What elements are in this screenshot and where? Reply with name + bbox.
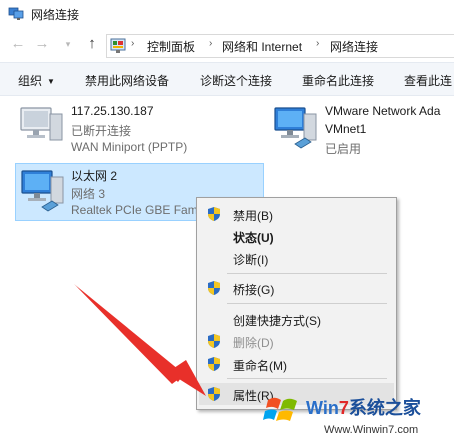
connection-status: VMnet1 — [325, 122, 367, 136]
uac-shield-icon — [208, 357, 220, 371]
chevron-down-icon: ▼ — [47, 77, 55, 86]
watermark-logo: Win7系统之家 Www.Winwin7.com — [262, 388, 454, 446]
menu-item-diagnose[interactable]: 诊断(I) — [199, 247, 394, 269]
back-arrow-icon[interactable]: ← — [10, 35, 26, 53]
windows-logo-icon — [263, 397, 297, 421]
connection-device: 已启用 — [325, 142, 362, 156]
breadcrumb-control-panel[interactable]: 控制面板 — [147, 38, 195, 55]
menu-item-label: 重命名(M) — [233, 359, 287, 373]
menu-item-bridge[interactable]: 桥接(G) — [199, 277, 394, 299]
uac-shield-icon — [208, 334, 220, 348]
breadcrumb-separator-icon: › — [131, 38, 135, 49]
menu-item-disable[interactable]: 禁用(B) — [199, 203, 394, 225]
connection-status: 网络 3 — [71, 187, 106, 201]
connection-status: 已断开连接 — [71, 124, 132, 138]
connection-name: 117.25.130.187 — [71, 104, 154, 118]
menu-separator — [227, 378, 387, 379]
watermark-url: Www.Winwin7.com — [324, 424, 419, 436]
menu-separator — [227, 273, 387, 274]
uac-shield-icon — [208, 207, 220, 221]
menu-item-label: 禁用(B) — [233, 209, 273, 223]
connection-device: WAN Miniport (PPTP) — [71, 140, 188, 154]
uac-shield-icon — [208, 387, 220, 401]
menu-item-create-shortcut[interactable]: 创建快捷方式(S) — [199, 308, 394, 330]
connection-item-vmnet1[interactable]: VMware Network Ada VMnet1 已启用 — [271, 101, 454, 157]
network-connections-icon — [8, 7, 24, 20]
menu-item-status[interactable]: 状态(U) — [199, 225, 394, 247]
up-arrow-icon[interactable]: ↑ — [84, 35, 100, 53]
breadcrumb-network-connections[interactable]: 网络连接 — [330, 38, 378, 55]
menu-item-label: 诊断(I) — [233, 253, 269, 267]
menu-item-delete: 删除(D) — [199, 330, 394, 352]
watermark-brand-suffix: 系统之家 — [348, 398, 421, 418]
organize-label: 组织 — [18, 74, 43, 88]
organize-menu-button[interactable]: 组织 ▼ — [18, 72, 55, 89]
breadcrumb-separator-icon: › — [209, 38, 213, 49]
computer-network-icon — [21, 170, 64, 212]
menu-item-label: 删除(D) — [233, 336, 274, 350]
context-menu: 禁用(B) 状态(U) 诊断(I) 桥接(G) 创建快捷方式(S) 删除(D) … — [196, 197, 397, 410]
computer-network-icon — [20, 107, 63, 141]
breadcrumb-separator-icon: › — [316, 38, 320, 49]
disable-device-button[interactable]: 禁用此网络设备 — [85, 72, 169, 89]
menu-item-rename[interactable]: 重命名(M) — [199, 353, 394, 375]
watermark-brand-prefix: Win — [306, 398, 339, 418]
menu-item-label: 桥接(G) — [233, 283, 275, 297]
diagnose-connection-button[interactable]: 诊断这个连接 — [200, 72, 272, 89]
connection-item-pptp[interactable]: 117.25.130.187 已断开连接 WAN Miniport (PPTP) — [17, 101, 247, 157]
menu-item-label: 状态(U) — [233, 231, 274, 245]
connection-device: Realtek PCIe GBE Fam — [71, 203, 198, 217]
command-bar: 组织 ▼ 禁用此网络设备 诊断这个连接 重命名此连接 查看此连 — [0, 62, 454, 96]
rename-connection-button[interactable]: 重命名此连接 — [302, 72, 374, 89]
address-bar[interactable]: › 控制面板 › 网络和 Internet › 网络连接 — [106, 34, 454, 58]
control-panel-icon — [110, 38, 126, 53]
menu-separator — [227, 303, 387, 304]
connection-name: VMware Network Ada — [325, 104, 441, 118]
connection-name: 以太网 2 — [71, 169, 118, 183]
watermark-brand-number: 7 — [338, 398, 349, 418]
computer-network-icon — [274, 107, 317, 149]
title-bar: 网络连接 — [0, 0, 454, 30]
navigation-row: ← → ▾ ↑ › 控制面板 › 网络和 Internet › 网络连接 — [0, 31, 454, 59]
view-status-button[interactable]: 查看此连 — [404, 72, 452, 89]
forward-arrow-icon[interactable]: → — [34, 35, 50, 53]
chevron-down-icon[interactable]: ▾ — [60, 35, 76, 53]
window-title: 网络连接 — [31, 8, 80, 22]
menu-item-label: 创建快捷方式(S) — [233, 314, 321, 328]
breadcrumb-network-internet[interactable]: 网络和 Internet — [222, 38, 302, 55]
watermark-brand: Win7系统之家 — [306, 394, 421, 420]
uac-shield-icon — [208, 281, 220, 295]
